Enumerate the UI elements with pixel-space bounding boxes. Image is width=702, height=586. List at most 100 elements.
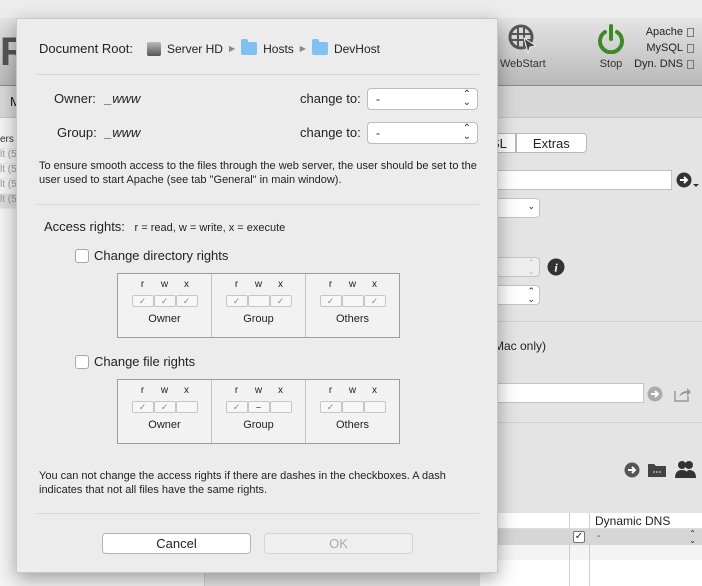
webstart-button[interactable]: WebStart — [500, 24, 546, 70]
file-permissions-grid: r w x ✓ ✓ Owner r w x ✓ – Group r w x ✓ Others — [117, 379, 400, 444]
permission-letter: x — [372, 385, 377, 396]
breadcrumb: Server HD ▶ Hosts ▶ DevHost — [146, 39, 380, 56]
permission-letter: r — [234, 385, 239, 396]
stop-button[interactable]: Stop — [596, 24, 626, 70]
divider — [480, 321, 702, 322]
chevron-right-icon: ▶ — [299, 44, 306, 53]
permission-checkboxes: ✓ ✓ — [118, 401, 211, 413]
status-indicator — [687, 27, 694, 37]
stop-label: Stop — [599, 58, 623, 70]
breadcrumb-item[interactable]: DevHost — [334, 42, 380, 56]
permission-letter: x — [184, 279, 189, 290]
directory-owner-x-checkbox[interactable]: ✓ — [175, 295, 198, 307]
file-group-column: r w x ✓ – Group — [212, 380, 306, 443]
status-apache: Apache — [634, 24, 694, 40]
permission-letters: rwx — [212, 279, 305, 290]
permission-letters: rwx — [212, 385, 305, 396]
chevron-right-icon: ▶ — [228, 44, 236, 53]
file-others-r-checkbox[interactable]: ✓ — [319, 401, 342, 413]
directory-owner-w-checkbox[interactable]: ✓ — [153, 295, 176, 307]
directory-others-column: r w x ✓ ✓ Others — [306, 274, 399, 337]
table-header: Dynamic DNS — [480, 513, 702, 586]
permission-letter: w — [348, 385, 357, 396]
directory-group-r-checkbox[interactable]: ✓ — [225, 295, 248, 307]
stepper-icon: ⌃ ⌄ — [689, 529, 696, 545]
file-owner-w-checkbox[interactable]: ✓ — [153, 401, 176, 413]
group-row: Group: _www change to: - ⌃ ⌄ — [17, 122, 499, 144]
status-indicator — [687, 43, 694, 53]
background-titlebar — [0, 0, 702, 18]
permission-checkboxes: ✓ — [306, 401, 399, 413]
change-file-rights-checkbox[interactable]: Change file rights — [75, 354, 195, 369]
permission-letter: x — [278, 385, 283, 396]
file-others-x-checkbox[interactable] — [363, 401, 386, 413]
directory-others-x-checkbox[interactable]: ✓ — [363, 295, 386, 307]
directory-permissions-grid: r w x ✓ ✓ ✓ Owner r w x ✓ ✓ Group r w x ✓ ✓ Others — [117, 273, 400, 338]
users-icon[interactable] — [674, 460, 696, 478]
owner-change-select[interactable]: - ⌃ ⌄ — [367, 88, 478, 110]
enabled-checkbox[interactable]: ✓ — [573, 531, 585, 543]
file-group-x-checkbox[interactable] — [269, 401, 292, 413]
folder-icon — [241, 39, 258, 55]
file-owner-r-checkbox[interactable]: ✓ — [131, 401, 154, 413]
stepper-icon: ⌃ ⌄ — [462, 123, 471, 142]
permission-group-label: Others — [335, 313, 369, 325]
folder-icon[interactable] — [648, 462, 666, 477]
directory-group-w-checkbox[interactable] — [247, 295, 270, 307]
cancel-button[interactable]: Cancel — [102, 533, 251, 554]
checkbox[interactable] — [75, 354, 89, 369]
power-icon — [598, 24, 624, 54]
dns-select-value[interactable]: - — [597, 530, 601, 542]
url-input[interactable] — [480, 383, 644, 403]
owner-value: _www — [105, 91, 141, 106]
file-owner-column: r w x ✓ ✓ Owner — [118, 380, 212, 443]
permission-letter: w — [160, 279, 169, 290]
breadcrumb-item[interactable]: Server HD — [167, 42, 223, 56]
directory-group-x-checkbox[interactable]: ✓ — [269, 295, 292, 307]
owner-row: Owner: _www change to: - ⌃ ⌄ — [17, 88, 499, 110]
go-icon[interactable] — [624, 462, 640, 478]
folder-icon — [311, 39, 328, 55]
file-owner-x-checkbox[interactable] — [175, 401, 198, 413]
permission-letters: rwx — [118, 279, 211, 290]
directory-others-w-checkbox[interactable] — [341, 295, 364, 307]
checkbox[interactable] — [75, 248, 89, 263]
go-menu-icon[interactable] — [676, 172, 700, 190]
directory-others-r-checkbox[interactable]: ✓ — [319, 295, 342, 307]
permission-letter: w — [160, 385, 169, 396]
change-to-label: change to: — [300, 91, 361, 106]
permission-letter: w — [348, 279, 357, 290]
apache-user-note: To ensure smooth access to the files thr… — [39, 160, 477, 186]
webstart-label: WebStart — [500, 58, 546, 70]
dash-note: You can not change the access rights if … — [39, 470, 446, 496]
column-dynamic-dns: Dynamic DNS — [595, 514, 671, 528]
file-group-r-checkbox[interactable]: ✓ — [225, 401, 248, 413]
go-icon[interactable] — [647, 386, 663, 402]
permission-checkboxes: ✓ ✓ — [212, 295, 305, 307]
permissions-dialog: Document Root: Server HD ▶ Hosts ▶ DevHo… — [16, 18, 498, 573]
change-directory-rights-checkbox[interactable]: Change directory rights — [75, 248, 228, 263]
dns-table: Dynamic DNS ✓ - ⌃ ⌄ — [480, 513, 702, 586]
file-others-column: r w x ✓ Others — [306, 380, 399, 443]
change-to-label: change to: — [300, 125, 361, 140]
table-row[interactable]: ✓ - ⌃ ⌄ — [480, 529, 702, 545]
file-group-w-checkbox[interactable]: – — [247, 401, 270, 413]
permissions-legend: r = read, w = write, x = execute — [134, 222, 286, 234]
share-icon[interactable] — [674, 386, 692, 402]
document-root-label: Document Root: — [39, 41, 133, 56]
divider — [37, 513, 479, 514]
ok-button[interactable]: OK — [264, 533, 413, 554]
path-input[interactable] — [480, 170, 672, 190]
permission-group-label: Owner — [148, 313, 181, 325]
tab-extras[interactable]: Extras — [515, 133, 587, 153]
table-row — [480, 545, 702, 560]
group-change-select[interactable]: - ⌃ ⌄ — [367, 122, 478, 144]
file-others-w-checkbox[interactable] — [341, 401, 364, 413]
directory-owner-r-checkbox[interactable]: ✓ — [131, 295, 154, 307]
breadcrumb-item[interactable]: Hosts — [263, 42, 294, 56]
owner-label: Owner: — [54, 91, 96, 106]
permission-group-label: Group — [243, 313, 274, 325]
info-icon[interactable]: i — [547, 258, 565, 276]
permission-letters: rwx — [306, 279, 399, 290]
group-label: Group: — [57, 125, 97, 140]
